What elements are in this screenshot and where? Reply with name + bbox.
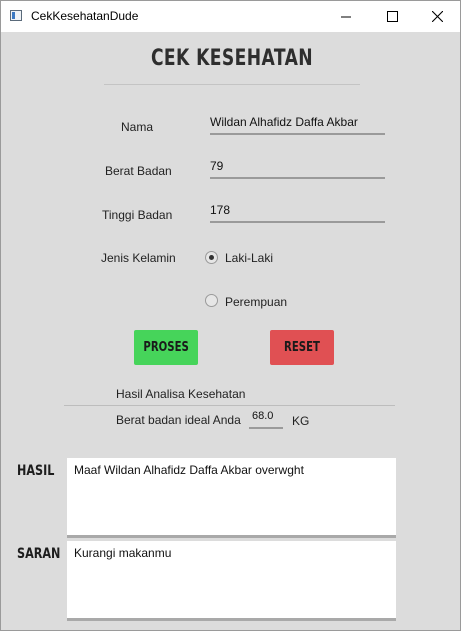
proses-button-label: PROSES (143, 340, 189, 355)
hasil-textarea[interactable]: Maaf Wildan Alhafidz Daffa Akbar overwgh… (67, 458, 396, 538)
close-button[interactable] (414, 1, 460, 32)
berat-badan-field[interactable]: 79 (210, 159, 385, 179)
ideal-weight-unit: KG (292, 414, 310, 428)
nama-label: Nama (121, 120, 154, 134)
saran-textarea[interactable]: Kurangi makanmu (67, 541, 396, 621)
reset-button-label: RESET (284, 340, 320, 355)
client-area: CEK KESEHATAN Nama Wildan Alhafidz Daffa… (1, 32, 460, 630)
app-icon (10, 10, 22, 21)
radio-label-perempuan: Perempuan (225, 295, 288, 309)
window-title: CekKesehatanDude (31, 9, 139, 23)
minimize-button[interactable] (323, 1, 369, 32)
radio-button-unselected[interactable] (205, 294, 218, 307)
ideal-weight-field[interactable]: 68.0 (249, 409, 283, 429)
title-bar[interactable]: CekKesehatanDude (1, 1, 460, 32)
close-icon (431, 11, 443, 22)
minimize-icon (341, 16, 351, 17)
berat-badan-label: Berat Badan (105, 164, 172, 178)
analysis-heading: Hasil Analisa Kesehatan (116, 387, 246, 401)
maximize-button[interactable] (369, 1, 415, 32)
jenis-kelamin-label: Jenis Kelamin (101, 251, 176, 265)
app-window: CekKesehatanDude CEK KESEHATAN Nama Wild… (0, 0, 461, 631)
page-title: CEK KESEHATAN (150, 46, 314, 71)
radio-button-selected[interactable] (205, 251, 218, 264)
hasil-label: HASIL (17, 463, 55, 479)
proses-button[interactable]: PROSES (134, 330, 198, 365)
ideal-weight-label: Berat badan ideal Anda (116, 413, 241, 427)
reset-button[interactable]: RESET (270, 330, 334, 365)
tinggi-badan-label: Tinggi Badan (102, 208, 173, 222)
nama-field[interactable]: Wildan Alhafidz Daffa Akbar (210, 115, 385, 135)
title-divider (104, 84, 360, 85)
maximize-icon (386, 11, 398, 22)
tinggi-badan-field[interactable]: 178 (210, 203, 385, 223)
analysis-divider (64, 405, 395, 406)
radio-label-laki-laki: Laki-Laki (225, 251, 274, 265)
saran-label: SARAN (17, 546, 61, 562)
